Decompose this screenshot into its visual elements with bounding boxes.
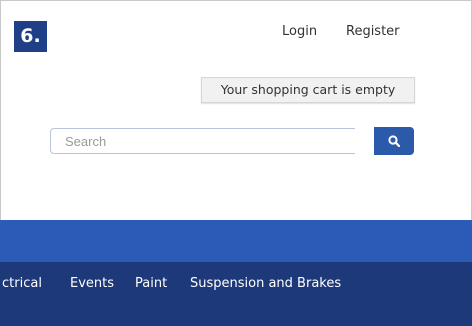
login-link[interactable]: Login xyxy=(282,23,317,41)
step-number-badge: 6. xyxy=(14,21,47,52)
nav-item-paint[interactable]: Paint xyxy=(135,275,167,293)
shopping-cart-button[interactable]: Your shopping cart is empty xyxy=(201,77,415,103)
search-button[interactable] xyxy=(374,127,414,155)
nav-item-events[interactable]: Events xyxy=(70,275,114,293)
search-input[interactable] xyxy=(50,128,355,154)
main-nav: ctrical Events Paint Suspension and Brak… xyxy=(0,262,472,326)
search-icon xyxy=(388,135,400,147)
header-blue-band xyxy=(0,220,472,262)
register-link[interactable]: Register xyxy=(346,23,400,41)
nav-item-electrical[interactable]: ctrical xyxy=(2,275,42,293)
nav-item-suspension-and-brakes[interactable]: Suspension and Brakes xyxy=(190,275,341,293)
